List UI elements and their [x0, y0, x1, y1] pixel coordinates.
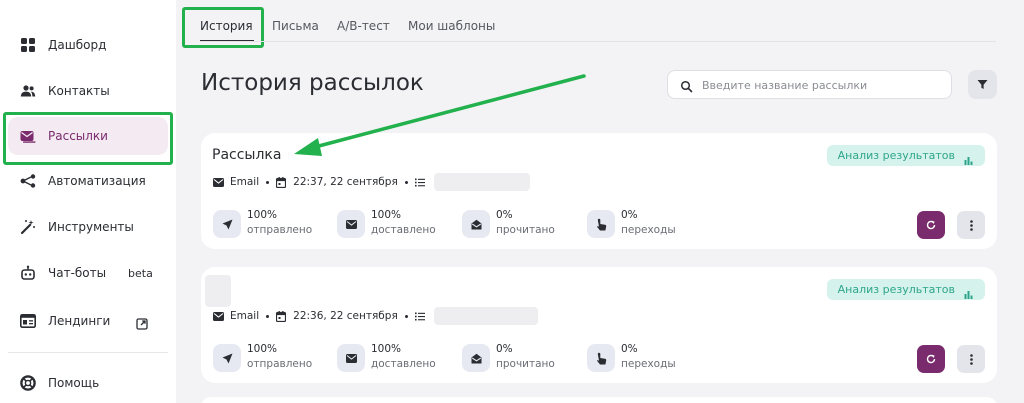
- search-input[interactable]: [702, 76, 942, 94]
- sidebar-item-landings[interactable]: Лендинги: [8, 302, 168, 340]
- filter-icon: [977, 80, 988, 89]
- robot-icon: [20, 265, 36, 281]
- bar-chart-icon: [964, 285, 973, 299]
- sidebar-item-label: Контакты: [48, 84, 110, 98]
- filter-button[interactable]: [968, 70, 997, 99]
- contact-list-name-redacted: [433, 173, 530, 191]
- kebab-icon: [969, 353, 973, 365]
- page-title: История рассылок: [201, 70, 424, 96]
- users-icon: [20, 83, 36, 99]
- separator-dot: [404, 314, 408, 318]
- sidebar-item-chatbots[interactable]: Чат-боты beta: [8, 254, 168, 292]
- search-box: [667, 70, 952, 99]
- bar-chart-icon: [964, 151, 973, 165]
- mailing-title-redacted: [205, 275, 231, 307]
- separator-dot: [266, 314, 270, 318]
- external-link-icon: [136, 315, 148, 330]
- list-icon: [414, 311, 426, 322]
- sidebar-item-tools[interactable]: Инструменты: [8, 208, 168, 246]
- paper-plane-icon: [213, 210, 241, 238]
- sidebar-item-help[interactable]: Помощь: [8, 364, 168, 402]
- separator-dot: [266, 180, 270, 184]
- analysis-results-button[interactable]: Анализ результатов: [826, 279, 985, 300]
- calendar-icon: [276, 310, 287, 322]
- open-envelope-icon: [462, 210, 490, 238]
- annotation-highlight-sidebar: [3, 112, 173, 165]
- sent-time: 22:37, 22 сентября: [293, 176, 398, 188]
- tab-ab-test[interactable]: A/B-тест: [337, 19, 390, 33]
- sidebar-item-contacts[interactable]: Контакты: [8, 72, 168, 110]
- email-icon: [213, 311, 224, 322]
- envelope-icon: [337, 344, 365, 372]
- analysis-results-label: Анализ результатов: [837, 283, 955, 296]
- tab-bar: История Письма A/B-тест Мои шаблоны: [176, 0, 1024, 48]
- email-icon: [213, 177, 224, 188]
- grid-icon: [20, 37, 36, 53]
- more-options-button[interactable]: [957, 211, 985, 239]
- sidebar-divider: [8, 352, 168, 353]
- calendar-icon: [276, 176, 287, 188]
- mailing-meta: Email 22:37, 22 сентября: [213, 173, 530, 191]
- sidebar-item-dashboard[interactable]: Дашборд: [8, 26, 168, 64]
- pointer-hand-icon: [587, 344, 615, 372]
- tabs-divider: [200, 41, 996, 42]
- refresh-icon: [926, 354, 936, 364]
- sidebar-item-label: Чат-боты: [48, 266, 107, 280]
- search-icon: [680, 78, 693, 93]
- sidebar-item-label: Автоматизация: [48, 174, 146, 188]
- sidebar-item-label: Дашборд: [48, 38, 107, 52]
- paper-plane-icon: [213, 344, 241, 372]
- contact-list-name-redacted: [433, 307, 538, 325]
- analysis-results-button[interactable]: Анализ результатов: [826, 145, 985, 166]
- kebab-icon: [969, 219, 973, 231]
- channel-label: Email: [230, 176, 260, 188]
- repeat-mailing-button[interactable]: [917, 211, 945, 239]
- tab-my-templates[interactable]: Мои шаблоны: [408, 19, 495, 33]
- more-options-button[interactable]: [957, 345, 985, 373]
- list-icon: [414, 177, 426, 188]
- refresh-icon: [926, 220, 936, 230]
- sent-time: 22:36, 22 сентября: [293, 310, 398, 322]
- mailing-title: Рассылка: [212, 147, 282, 163]
- open-envelope-icon: [462, 344, 490, 372]
- sidebar: Дашборд Контакты Рассылки Автоматизация …: [0, 0, 176, 403]
- landing-icon: [20, 313, 36, 329]
- flow-icon: [20, 173, 36, 189]
- mailing-meta: Email 22:36, 22 сентября: [213, 307, 538, 325]
- envelope-icon: [337, 210, 365, 238]
- magic-wand-icon: [20, 219, 36, 235]
- pointer-hand-icon: [587, 210, 615, 238]
- lifebuoy-icon: [20, 375, 36, 391]
- tab-letters[interactable]: Письма: [272, 19, 319, 33]
- sidebar-item-label: Инструменты: [48, 220, 134, 234]
- separator-dot: [404, 180, 408, 184]
- channel-label: Email: [230, 310, 260, 322]
- beta-badge: beta: [128, 266, 153, 280]
- sidebar-item-automation[interactable]: Автоматизация: [8, 162, 168, 200]
- mailing-card[interactable]: Рассылка Анализ результатов Email 22:37,…: [201, 133, 997, 249]
- analysis-results-label: Анализ результатов: [837, 149, 955, 162]
- mailing-card[interactable]: Анализ результатов Email 22:36, 22 сентя…: [201, 267, 997, 383]
- sidebar-item-label: Лендинги: [48, 314, 111, 328]
- mailing-card-partial: [201, 397, 997, 403]
- sidebar-item-label: Помощь: [48, 376, 100, 390]
- repeat-mailing-button[interactable]: [917, 345, 945, 373]
